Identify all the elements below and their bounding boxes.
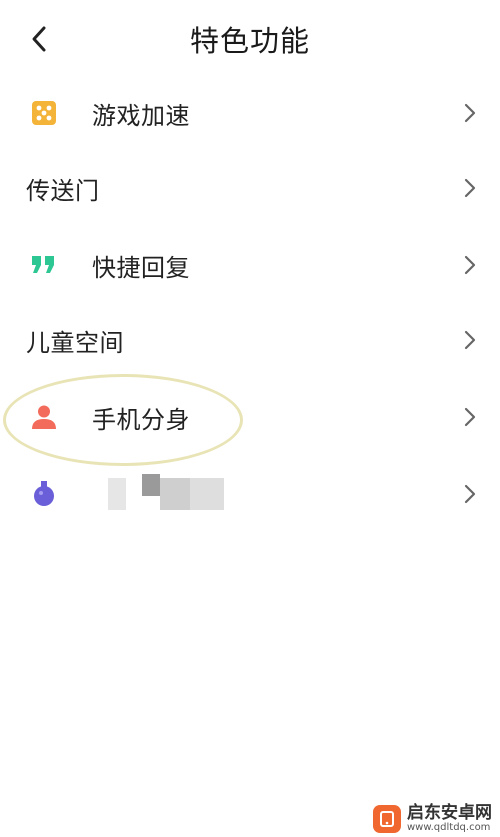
watermark-name: 启东安卓网 xyxy=(407,802,492,823)
watermark-logo-icon xyxy=(373,804,401,833)
menu-item-label: 快捷回复 xyxy=(92,253,190,282)
blur-block xyxy=(190,478,224,510)
menu-item-label: 传送门 xyxy=(26,176,100,205)
menu-item-label: 游戏加速 xyxy=(92,101,190,130)
menu-item-label: 儿童空间 xyxy=(26,328,124,357)
chevron-right-icon xyxy=(464,255,476,275)
top-bar: 特色功能 xyxy=(0,0,500,80)
menu-item-kids-space[interactable]: 儿童空间 xyxy=(0,302,500,378)
game-dice-icon xyxy=(30,99,58,127)
watermark-url: www.qdltdq.com xyxy=(407,821,491,833)
menu-item-hidden[interactable] xyxy=(0,456,500,532)
potion-flask-icon xyxy=(30,480,58,508)
user-icon xyxy=(30,403,58,431)
chevron-right-icon xyxy=(464,407,476,427)
chevron-right-icon xyxy=(464,484,476,504)
blur-block xyxy=(160,478,190,510)
chevron-right-icon xyxy=(464,103,476,123)
chevron-right-icon xyxy=(464,330,476,350)
blur-block xyxy=(108,478,126,510)
menu-item-quick-reply[interactable]: 快捷回复 xyxy=(0,227,500,303)
page-title: 特色功能 xyxy=(189,24,310,58)
menu-item-portal[interactable]: 传送门 xyxy=(0,150,500,226)
quote-icon xyxy=(30,251,58,279)
blur-block xyxy=(142,474,160,496)
menu-item-label: 手机分身 xyxy=(92,405,190,434)
menu-item-game-boost[interactable]: 游戏加速 xyxy=(0,75,500,151)
chevron-right-icon xyxy=(464,178,476,198)
watermark: 启东安卓网 www.qdltdq.com xyxy=(373,802,492,833)
menu-item-phone-clone[interactable]: 手机分身 xyxy=(0,379,500,455)
